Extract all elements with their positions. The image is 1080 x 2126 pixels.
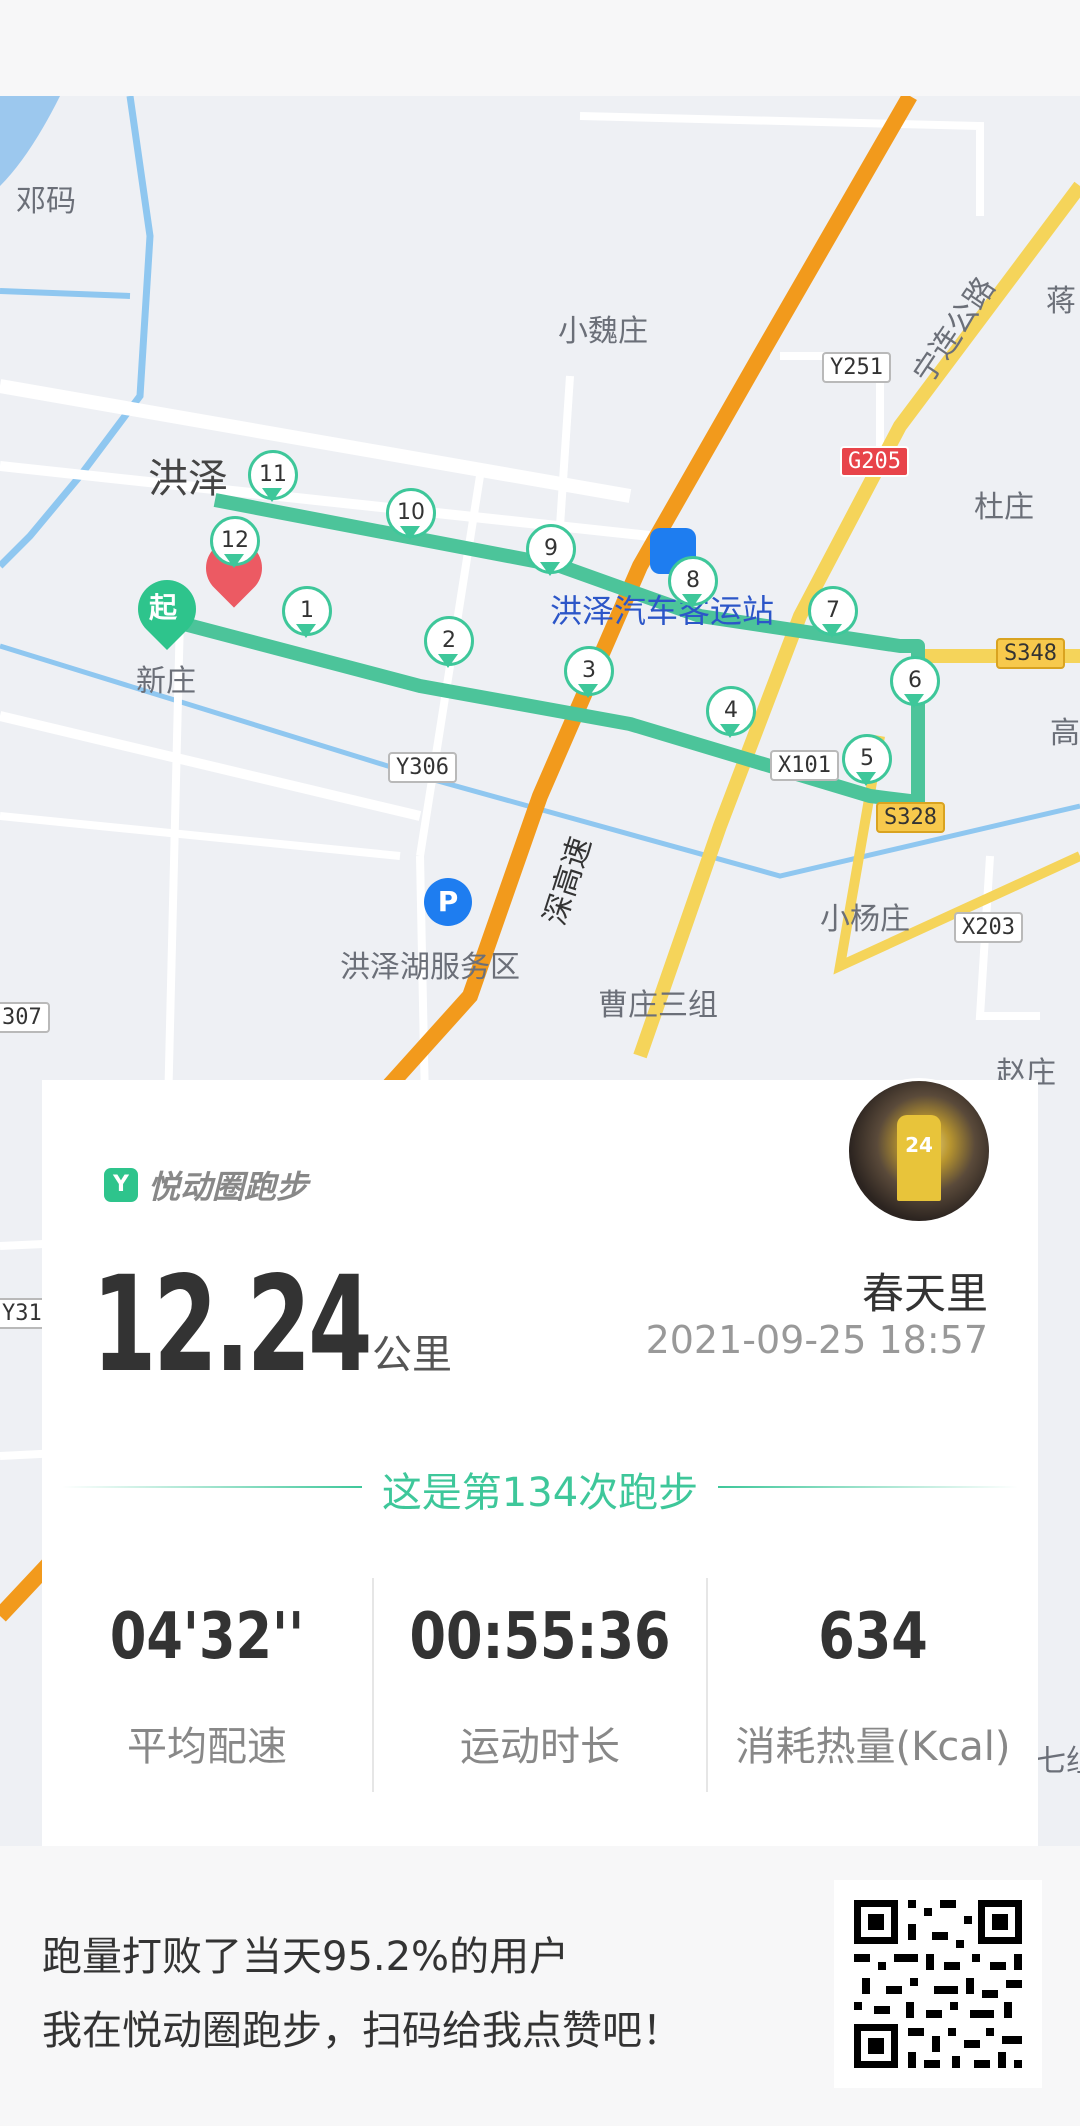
map-label-xiaoyangzhuang: 小杨庄 [820,902,910,937]
stat-duration-value: 00:55:36 [409,1600,671,1674]
qr-code[interactable] [834,1880,1042,2088]
km-marker-3[interactable]: 3 [564,646,614,704]
top-bar [0,0,1080,96]
km-marker-11[interactable]: 11 [248,450,298,508]
km-marker-12[interactable]: 12 [210,516,260,574]
map-label-xinzhuang: 新庄 [136,664,196,699]
map-label-gao: 高 [1050,716,1080,751]
avatar[interactable]: 24 [846,1078,992,1224]
avatar-jersey: 24 [897,1115,941,1201]
map-label-hongze: 洪泽 [148,456,228,502]
map-label-xiaoweizhuang: 小魏庄 [558,314,648,349]
road-sign-307: 307 [0,1002,50,1033]
username: 春天里 [861,1269,988,1318]
map-label-service-area: 洪泽湖服务区 [340,950,520,985]
km-marker-5[interactable]: 5 [842,734,892,792]
app-logo: Y 悦动圈跑步 [104,1162,308,1208]
stat-calories-value: 634 [818,1600,928,1674]
road-sign-g205: G205 [840,446,909,477]
stat-pace-label: 平均配速 [127,1724,287,1770]
km-marker-1[interactable]: 1 [282,586,332,644]
km-marker-4[interactable]: 4 [706,686,756,744]
map-label-duzhuang: 杜庄 [974,490,1034,525]
run-datetime: 2021-09-25 18:57 [645,1318,988,1362]
km-marker-9[interactable]: 9 [526,524,576,582]
run-summary-card: Y 悦动圈跑步 24 12.24 公里 春天里 2021-09-25 18:57… [42,1078,1038,1846]
app-name: 悦动圈跑步 [148,1168,309,1206]
app-logo-icon: Y [104,1168,138,1202]
start-pin-label: 起 [149,591,178,624]
stat-calories-label: 消耗热量(Kcal) [735,1724,1011,1770]
road-sign-x101: X101 [770,750,839,781]
distance-unit: 公里 [372,1332,452,1378]
road-sign-s328: S328 [876,802,945,833]
stat-pace: 04'32'' 平均配速 [42,1600,372,1772]
stat-pace-value: 04'32'' [109,1600,305,1674]
road-sign-s348: S348 [996,638,1065,669]
service-area-icon[interactable]: P [424,878,472,926]
distance-value: 12.24 [92,1248,373,1402]
qr-code-icon [834,1880,1042,2088]
road-sign-y251: Y251 [822,352,891,383]
map-label-dengma: 邓码 [16,184,76,219]
road-sign-y306: Y306 [388,752,457,783]
run-count: 这是第134次跑步 [381,1470,699,1516]
map-label-bus-station: 洪泽汽车客运站 [550,592,775,630]
road-sign-x203: X203 [954,912,1023,943]
km-marker-10[interactable]: 10 [386,488,436,546]
map-label-qizu: 七组 [1036,1744,1080,1779]
divider-right [718,1486,1018,1488]
km-marker-6[interactable]: 6 [890,656,940,714]
stat-separator [372,1578,374,1792]
footer-rank-text: 跑量打败了当天95.2%的用户 [42,1934,570,1980]
km-marker-2[interactable]: 2 [424,616,474,674]
map-label-caozhuang: 曹庄三组 [598,988,718,1023]
stat-duration-label: 运动时长 [460,1724,620,1770]
stat-duration: 00:55:36 运动时长 [375,1600,705,1772]
km-marker-7[interactable]: 7 [808,586,858,644]
km-marker-8[interactable]: 8 [668,556,718,614]
map-label-jiang: 蒋 [1046,284,1076,319]
footer-cta-text: 我在悦动圈跑步，扫码给我点赞吧！ [42,2008,682,2054]
stat-calories: 634 消耗热量(Kcal) [708,1600,1038,1772]
